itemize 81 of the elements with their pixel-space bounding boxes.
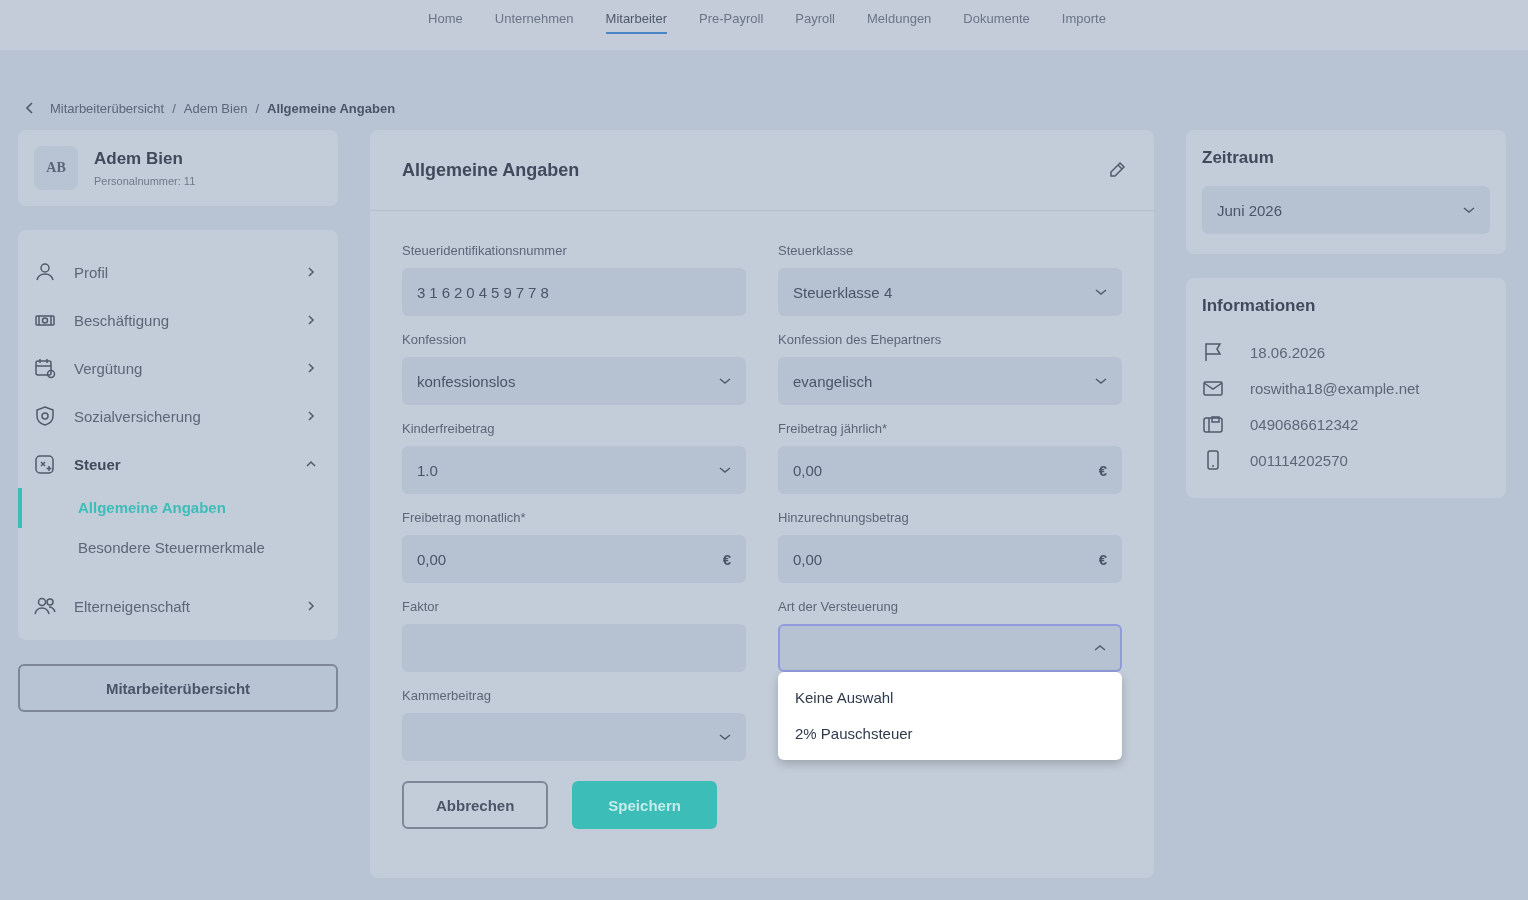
sidebar-item[interactable]: Beschäftigung xyxy=(18,296,338,344)
dropdown-option[interactable]: 2% Pauschsteuer xyxy=(778,716,1122,752)
sidebar-item[interactable]: Sozialversicherung xyxy=(18,392,338,440)
currency-symbol: € xyxy=(1098,550,1107,568)
chevron-down-icon xyxy=(719,466,731,474)
select-field[interactable]: Steuerklasse 4 xyxy=(778,268,1122,316)
chevron-down-icon xyxy=(1095,288,1107,296)
back-icon[interactable] xyxy=(26,102,34,114)
sidebar-item[interactable]: Steuer xyxy=(18,440,338,488)
shield-icon xyxy=(34,405,56,427)
currency-symbol: € xyxy=(1098,461,1107,479)
chevron-up-icon xyxy=(306,459,316,469)
flag-icon xyxy=(1202,341,1224,363)
chevron-right-icon xyxy=(306,363,316,373)
nav-tab[interactable]: Payroll xyxy=(795,0,835,34)
breadcrumb-link[interactable]: Allgemeine Angaben xyxy=(267,100,396,116)
nav-tab[interactable]: Mitarbeiter xyxy=(605,0,667,34)
input-field[interactable]: 0,00 € xyxy=(778,446,1122,494)
people-icon xyxy=(34,595,56,617)
nav-tab[interactable]: Unternehmen xyxy=(494,0,574,34)
nav-tab[interactable]: Meldungen xyxy=(867,0,932,34)
form-title: Allgemeine Angaben xyxy=(402,159,580,181)
pencil-icon[interactable] xyxy=(1108,161,1126,179)
select-field[interactable]: evangelisch xyxy=(778,357,1122,405)
card-title: Zeitraum xyxy=(1202,148,1275,168)
input-field[interactable]: 0,00 € xyxy=(402,535,746,583)
info-text: roswitha18@example.net xyxy=(1250,379,1420,397)
chevron-right-icon xyxy=(306,601,316,611)
sidebar-item[interactable]: Profil xyxy=(18,248,338,296)
field-label: Steuerklasse xyxy=(778,243,855,258)
nav-tab[interactable]: Pre-Payroll xyxy=(698,0,764,34)
chevron-down-icon xyxy=(1095,377,1107,385)
field-label: Steueridentifikationsnummer xyxy=(402,243,568,258)
nav-tab[interactable]: Importe xyxy=(1061,0,1106,34)
calendar-icon xyxy=(34,357,56,379)
nav-tab[interactable]: Dokumente xyxy=(963,0,1030,34)
info-text: 001114202570 xyxy=(1250,451,1348,469)
employee-name: Adem Bien xyxy=(94,149,184,169)
chevron-down-icon xyxy=(1463,206,1475,214)
field-label: Freibetrag jährlich* xyxy=(778,421,889,436)
card-title: Informationen xyxy=(1202,296,1317,316)
info-text: 0490686612342 xyxy=(1250,415,1359,433)
dropdown-option[interactable]: Keine Auswahl xyxy=(778,680,1122,716)
avatar: AB xyxy=(34,146,78,190)
breadcrumb-link[interactable]: Mitarbeiterübersicht xyxy=(50,100,165,116)
sidebar-item[interactable]: Elterneigenschaft xyxy=(18,582,338,630)
select-field[interactable] xyxy=(402,713,746,761)
select-field[interactable] xyxy=(778,624,1122,672)
chevron-down-icon xyxy=(719,733,731,741)
chevron-right-icon xyxy=(306,267,316,277)
field-label: Kammerbeitrag xyxy=(402,688,492,703)
document-icon xyxy=(34,453,56,475)
field-label: Freibetrag monatlich* xyxy=(402,510,527,525)
personnel-number: Personalnummer: 11 xyxy=(94,175,196,187)
cancel-button[interactable]: Abbrechen xyxy=(402,781,549,829)
field-label: Konfession des Ehepartners xyxy=(778,332,943,347)
field-label: Faktor xyxy=(402,599,440,614)
chevron-down-icon xyxy=(719,377,731,385)
submenu-item[interactable]: Besondere Steuermerkmale xyxy=(18,528,338,568)
field-label: Konfession xyxy=(402,332,468,347)
field-label: Kinderfreibetrag xyxy=(402,421,496,436)
person-icon xyxy=(34,261,56,283)
nav-tab[interactable]: Home xyxy=(428,0,463,34)
sidebar-item[interactable]: Vergütung xyxy=(18,344,338,392)
phone-icon xyxy=(1202,413,1224,435)
field-label: Hinzurechnungsbetrag xyxy=(778,510,910,525)
overview-button[interactable]: Mitarbeiterübersicht xyxy=(18,664,338,712)
period-select[interactable]: Juni 2026 xyxy=(1202,186,1490,234)
info-text: 18.06.2026 xyxy=(1250,343,1326,361)
currency-symbol: € xyxy=(722,550,731,568)
input-field[interactable]: 31620459778 xyxy=(402,268,746,316)
chevron-right-icon xyxy=(306,411,316,421)
input-field[interactable]: 0,00 € xyxy=(778,535,1122,583)
breadcrumb-separator: / xyxy=(172,100,176,116)
select-field[interactable]: 1.0 xyxy=(402,446,746,494)
breadcrumb-separator: / xyxy=(255,100,259,116)
select-field[interactable]: konfessionslos xyxy=(402,357,746,405)
field-label: Art der Versteuerung xyxy=(778,599,899,614)
chevron-right-icon xyxy=(306,315,316,325)
chevron-up-icon xyxy=(1094,644,1106,652)
breadcrumb-link[interactable]: Adem Bien xyxy=(183,100,248,116)
